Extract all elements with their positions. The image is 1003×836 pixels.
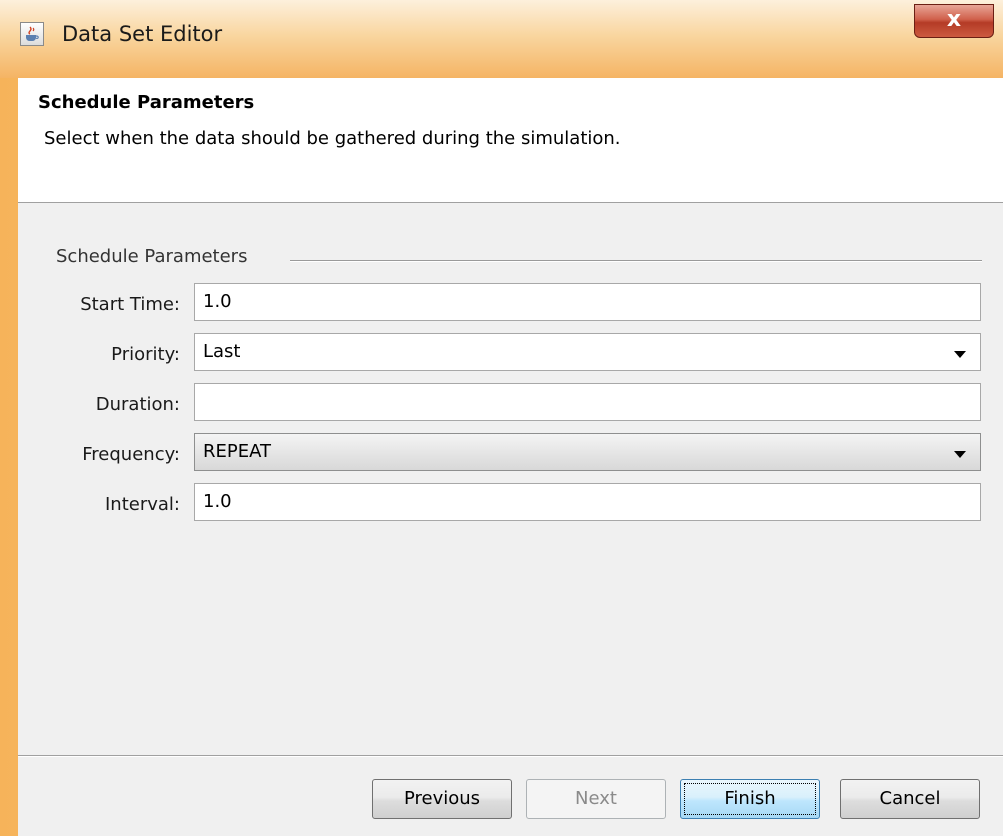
duration-label: Duration: (95, 394, 180, 415)
priority-value: Last (203, 341, 241, 362)
dialog-client-area: Schedule Parameters Select when the data… (18, 78, 1003, 836)
wizard-header: Schedule Parameters Select when the data… (18, 78, 1003, 203)
cancel-button[interactable]: Cancel (840, 779, 980, 819)
frequency-value: REPEAT (203, 441, 272, 462)
close-button[interactable]: x (914, 4, 994, 38)
window-title: Data Set Editor (62, 22, 223, 46)
chevron-down-icon[interactable] (954, 351, 966, 358)
frequency-label: Frequency: (82, 444, 180, 465)
footer-divider-highlight (18, 756, 1003, 757)
page-description: Select when the data should be gathered … (44, 128, 621, 149)
focus-ring (684, 783, 816, 815)
priority-label: Priority: (111, 344, 180, 365)
finish-button[interactable]: Finish (680, 779, 820, 819)
dialog-window: Data Set Editor x Schedule Parameters Se… (0, 0, 1003, 836)
group-divider-highlight (290, 261, 982, 262)
start-time-label: Start Time: (80, 294, 180, 315)
interval-field[interactable]: 1.0 (194, 483, 981, 521)
group-title: Schedule Parameters (56, 246, 248, 267)
duration-field[interactable] (194, 383, 981, 421)
start-time-field[interactable]: 1.0 (194, 283, 981, 321)
next-button[interactable]: Next (526, 779, 666, 819)
chevron-down-icon[interactable] (954, 451, 966, 458)
close-icon: x (946, 7, 962, 32)
java-cup-icon (20, 22, 44, 46)
priority-combo[interactable]: Last (194, 333, 981, 371)
frequency-combo[interactable]: REPEAT (194, 433, 981, 471)
previous-button[interactable]: Previous (372, 779, 512, 819)
title-bar[interactable]: Data Set Editor x (0, 0, 1003, 78)
page-title: Schedule Parameters (38, 92, 255, 113)
interval-label: Interval: (105, 494, 180, 515)
